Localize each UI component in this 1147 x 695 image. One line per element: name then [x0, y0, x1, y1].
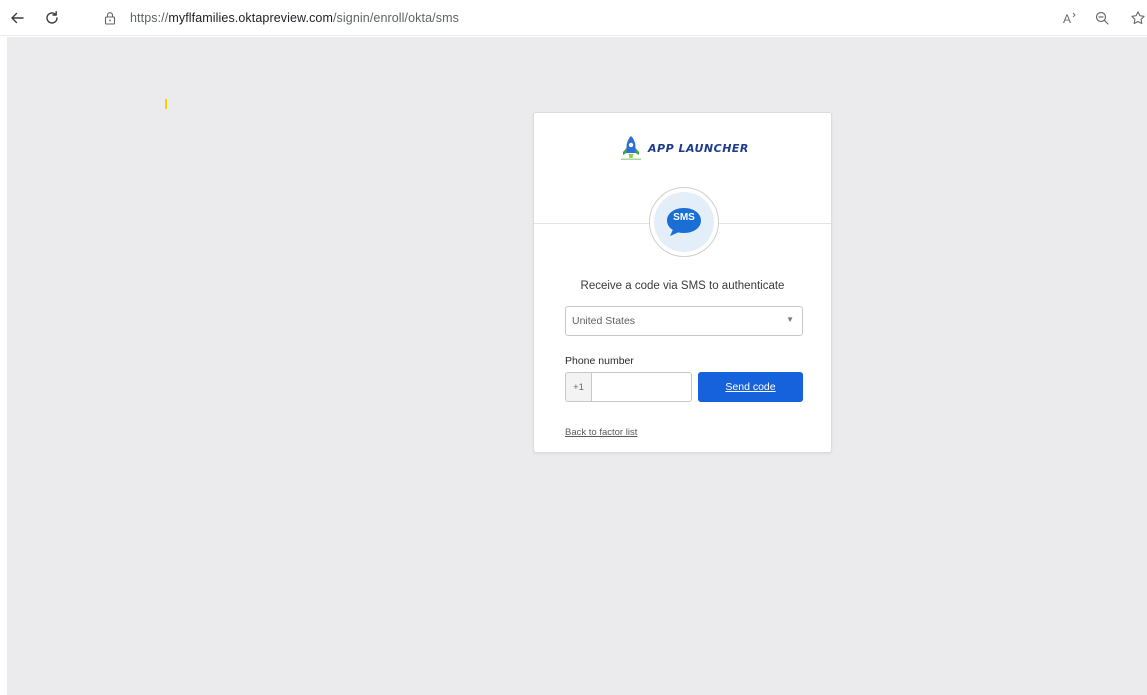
logo-text: APP LAUNCHER	[648, 141, 749, 155]
sms-bubble-icon: SMS	[665, 207, 703, 237]
country-select[interactable]: United States ▼	[565, 306, 803, 336]
url-prefix: https://	[130, 11, 169, 25]
sms-badge-inner: SMS	[654, 192, 714, 252]
phone-number-input[interactable]	[591, 372, 692, 402]
phone-number-label: Phone number	[565, 355, 634, 367]
zoom-icon[interactable]	[1092, 8, 1112, 28]
rocket-icon	[621, 136, 641, 160]
url-text: https://myflfamilies.oktapreview.com/sig…	[130, 11, 459, 25]
url-path: /signin/enroll/okta/sms	[332, 11, 459, 25]
sms-enroll-card: APP LAUNCHER SMS Receive a code via SMS …	[533, 112, 832, 453]
country-code-prefix: +1	[565, 372, 591, 402]
reload-icon[interactable]	[39, 5, 65, 31]
browser-toolbar: https://myflfamilies.oktapreview.com/sig…	[0, 0, 1147, 36]
country-value: United States	[572, 315, 636, 327]
page-background: APP LAUNCHER SMS Receive a code via SMS …	[7, 37, 1147, 695]
url-domain: myflfamilies.oktapreview.com	[168, 11, 333, 25]
lock-icon[interactable]	[103, 11, 117, 25]
app-launcher-logo: APP LAUNCHER	[620, 135, 749, 161]
favorite-star-icon[interactable]	[1128, 8, 1147, 28]
back-to-factor-list-link[interactable]: Back to factor list	[565, 427, 637, 438]
instruction-text: Receive a code via SMS to authenticate	[580, 280, 785, 292]
back-icon[interactable]	[4, 5, 30, 31]
svg-text:A: A	[1063, 12, 1071, 26]
address-bar[interactable]: https://myflfamilies.oktapreview.com/sig…	[86, 3, 1146, 33]
chevron-down-icon: ▼	[786, 315, 794, 324]
send-code-button[interactable]: Send code	[698, 372, 803, 402]
text-cursor-mark	[165, 99, 167, 109]
sms-label: SMS	[673, 212, 695, 223]
sms-factor-badge: SMS	[649, 187, 719, 257]
read-aloud-icon[interactable]: A	[1061, 8, 1081, 28]
